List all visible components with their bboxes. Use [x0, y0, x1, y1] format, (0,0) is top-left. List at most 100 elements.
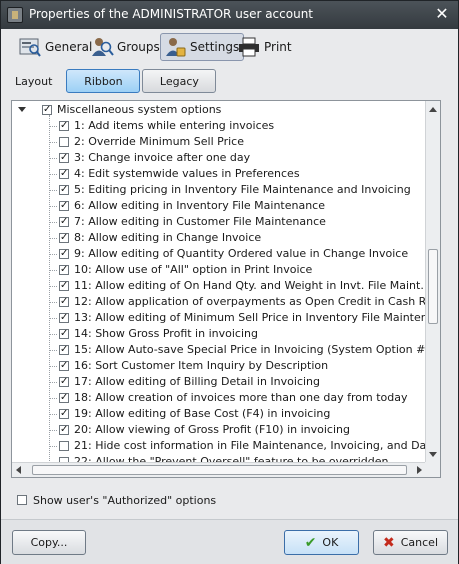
tree-branch-line [49, 270, 57, 271]
tree-item-checkbox[interactable] [59, 198, 69, 214]
tree-item-label: 9: Allow editing of Quantity Ordered val… [74, 247, 409, 260]
scroll-right-icon[interactable] [417, 466, 422, 474]
tree-item-checkbox[interactable] [59, 342, 69, 358]
tree-branch-line [49, 414, 57, 415]
copy-button-label: Copy... [30, 536, 68, 549]
tab-general[interactable]: General [15, 33, 97, 61]
tree-item-checkbox[interactable] [59, 441, 69, 451]
tree-item-checkbox[interactable] [59, 422, 69, 438]
tab-toolbar: General Groups Settings Print [1, 30, 458, 64]
scroll-down-icon[interactable] [429, 452, 437, 457]
show-authorized-label: Show user's "Authorized" options [33, 493, 217, 507]
tree-item-checkbox[interactable] [59, 166, 69, 182]
tree-branch-line [49, 158, 57, 159]
tree-item-label: 5: Editing pricing in Inventory File Mai… [74, 183, 411, 196]
horizontal-scrollbar[interactable] [12, 462, 426, 477]
tree-item-checkbox[interactable] [59, 262, 69, 278]
tree-item-label: 17: Allow editing of Billing Detail in I… [74, 375, 321, 388]
tree-item-checkbox[interactable] [59, 358, 69, 374]
tree-item-checkbox[interactable] [59, 137, 69, 147]
tree-item-label: 18: Allow creation of invoices more than… [74, 391, 408, 404]
scroll-up-icon[interactable] [429, 107, 437, 112]
tree-item-label: 8: Allow editing in Change Invoice [74, 231, 262, 244]
tree-branch-line [49, 398, 57, 399]
tree-branch-line [49, 318, 57, 319]
close-button[interactable]: ✕ [432, 5, 452, 23]
checkmark-icon: ✔ [304, 534, 317, 551]
ok-button[interactable]: ✔ OK [284, 530, 359, 555]
tab-print-label: Print [264, 40, 292, 54]
ok-button-label: OK [322, 536, 339, 549]
tree-item-label: 15: Allow Auto-save Special Price in Inv… [74, 343, 426, 356]
tree-item-label: 3: Change invoice after one day [74, 151, 251, 164]
tree-item-checkbox[interactable] [59, 406, 69, 422]
show-authorized-option[interactable]: Show user's "Authorized" options [17, 492, 216, 508]
tree-expander-icon[interactable] [18, 107, 26, 112]
tree-item-checkbox[interactable] [59, 230, 69, 246]
tree-item-label: 4: Edit systemwide values in Preferences [74, 167, 300, 180]
cancel-x-icon: ✖ [383, 534, 395, 551]
tree-item-checkbox[interactable] [59, 246, 69, 262]
tree-item-checkbox[interactable] [59, 118, 69, 134]
tree-branch-line [49, 126, 57, 127]
tree-branch-line [49, 334, 57, 335]
tree-item-checkbox[interactable] [59, 310, 69, 326]
tree-branch-line [49, 142, 57, 143]
tree-branch-line [49, 174, 57, 175]
tree-branch-line [49, 254, 57, 255]
tree-item-label: 11: Allow editing of On Hand Qty. and We… [74, 279, 424, 292]
tree-item-checkbox[interactable] [59, 214, 69, 230]
app-icon [7, 7, 23, 23]
tree-root-label: Miscellaneous system options [57, 103, 222, 116]
layout-label: Layout [15, 74, 53, 88]
tree-root-checkbox[interactable] [42, 102, 52, 118]
tree-item-checkbox[interactable] [59, 374, 69, 390]
tree-item-label: 2: Override Minimum Sell Price [74, 135, 244, 148]
tab-groups[interactable]: Groups [87, 33, 165, 61]
settings-tree: Miscellaneous system options 1: Add item… [11, 100, 441, 478]
vertical-scrollbar[interactable] [425, 101, 440, 463]
tree-branch-line [49, 190, 57, 191]
tree-item-label: 12: Allow application of overpayments as… [74, 295, 426, 308]
tree-branch-line [49, 206, 57, 207]
tree-branch-line [49, 430, 57, 431]
cancel-button-label: Cancel [400, 536, 438, 549]
tab-settings[interactable]: Settings [160, 33, 245, 61]
tree-item-label: 10: Allow use of "All" option in Print I… [74, 263, 313, 276]
printer-icon [237, 36, 261, 58]
tab-print[interactable]: Print [234, 33, 297, 61]
tree-item-checkbox[interactable] [59, 278, 69, 294]
layout-ribbon-button[interactable]: Ribbon [66, 69, 141, 93]
tree-item-label: 19: Allow editing of Base Cost (F4) in i… [74, 407, 331, 420]
copy-button[interactable]: Copy... [12, 530, 86, 555]
tree-content: Miscellaneous system options 1: Add item… [12, 101, 426, 463]
horizontal-scroll-thumb[interactable] [32, 465, 407, 475]
layout-legacy-button[interactable]: Legacy [142, 69, 217, 93]
scroll-left-icon[interactable] [16, 466, 21, 474]
vertical-scroll-thumb[interactable] [428, 249, 438, 324]
tree-item-checkbox[interactable] [59, 150, 69, 166]
general-icon [18, 36, 42, 58]
properties-dialog: Properties of the ADMINISTRATOR user acc… [0, 0, 459, 564]
tree-branch-line [49, 302, 57, 303]
tab-settings-label: Settings [190, 40, 240, 54]
tree-branch-line [49, 382, 57, 383]
tree-item-checkbox[interactable] [59, 326, 69, 342]
cancel-button[interactable]: ✖ Cancel [373, 530, 448, 555]
tree-branch-line [49, 350, 57, 351]
tree-item-label: 14: Show Gross Profit in invoicing [74, 327, 258, 340]
button-bar: Copy... ✔ OK ✖ Cancel [1, 519, 458, 564]
scroll-corner [425, 462, 440, 477]
tree-branch-line [49, 286, 57, 287]
tree-item-label: 6: Allow editing in Inventory File Maint… [74, 199, 325, 212]
tree-branch-line [49, 446, 57, 447]
tree-item-checkbox[interactable] [59, 182, 69, 198]
tree-item-label: 20: Allow viewing of Gross Profit (F10) … [74, 423, 350, 436]
tree-item-label: 7: Allow editing in Customer File Mainte… [74, 215, 326, 228]
settings-icon [163, 36, 187, 58]
show-authorized-checkbox[interactable] [17, 495, 27, 505]
tree-item-label: 16: Sort Customer Item Inquiry by Descri… [74, 359, 329, 372]
tree-item-checkbox[interactable] [59, 390, 69, 406]
tree-connector-line [49, 115, 50, 463]
tree-item-checkbox[interactable] [59, 294, 69, 310]
